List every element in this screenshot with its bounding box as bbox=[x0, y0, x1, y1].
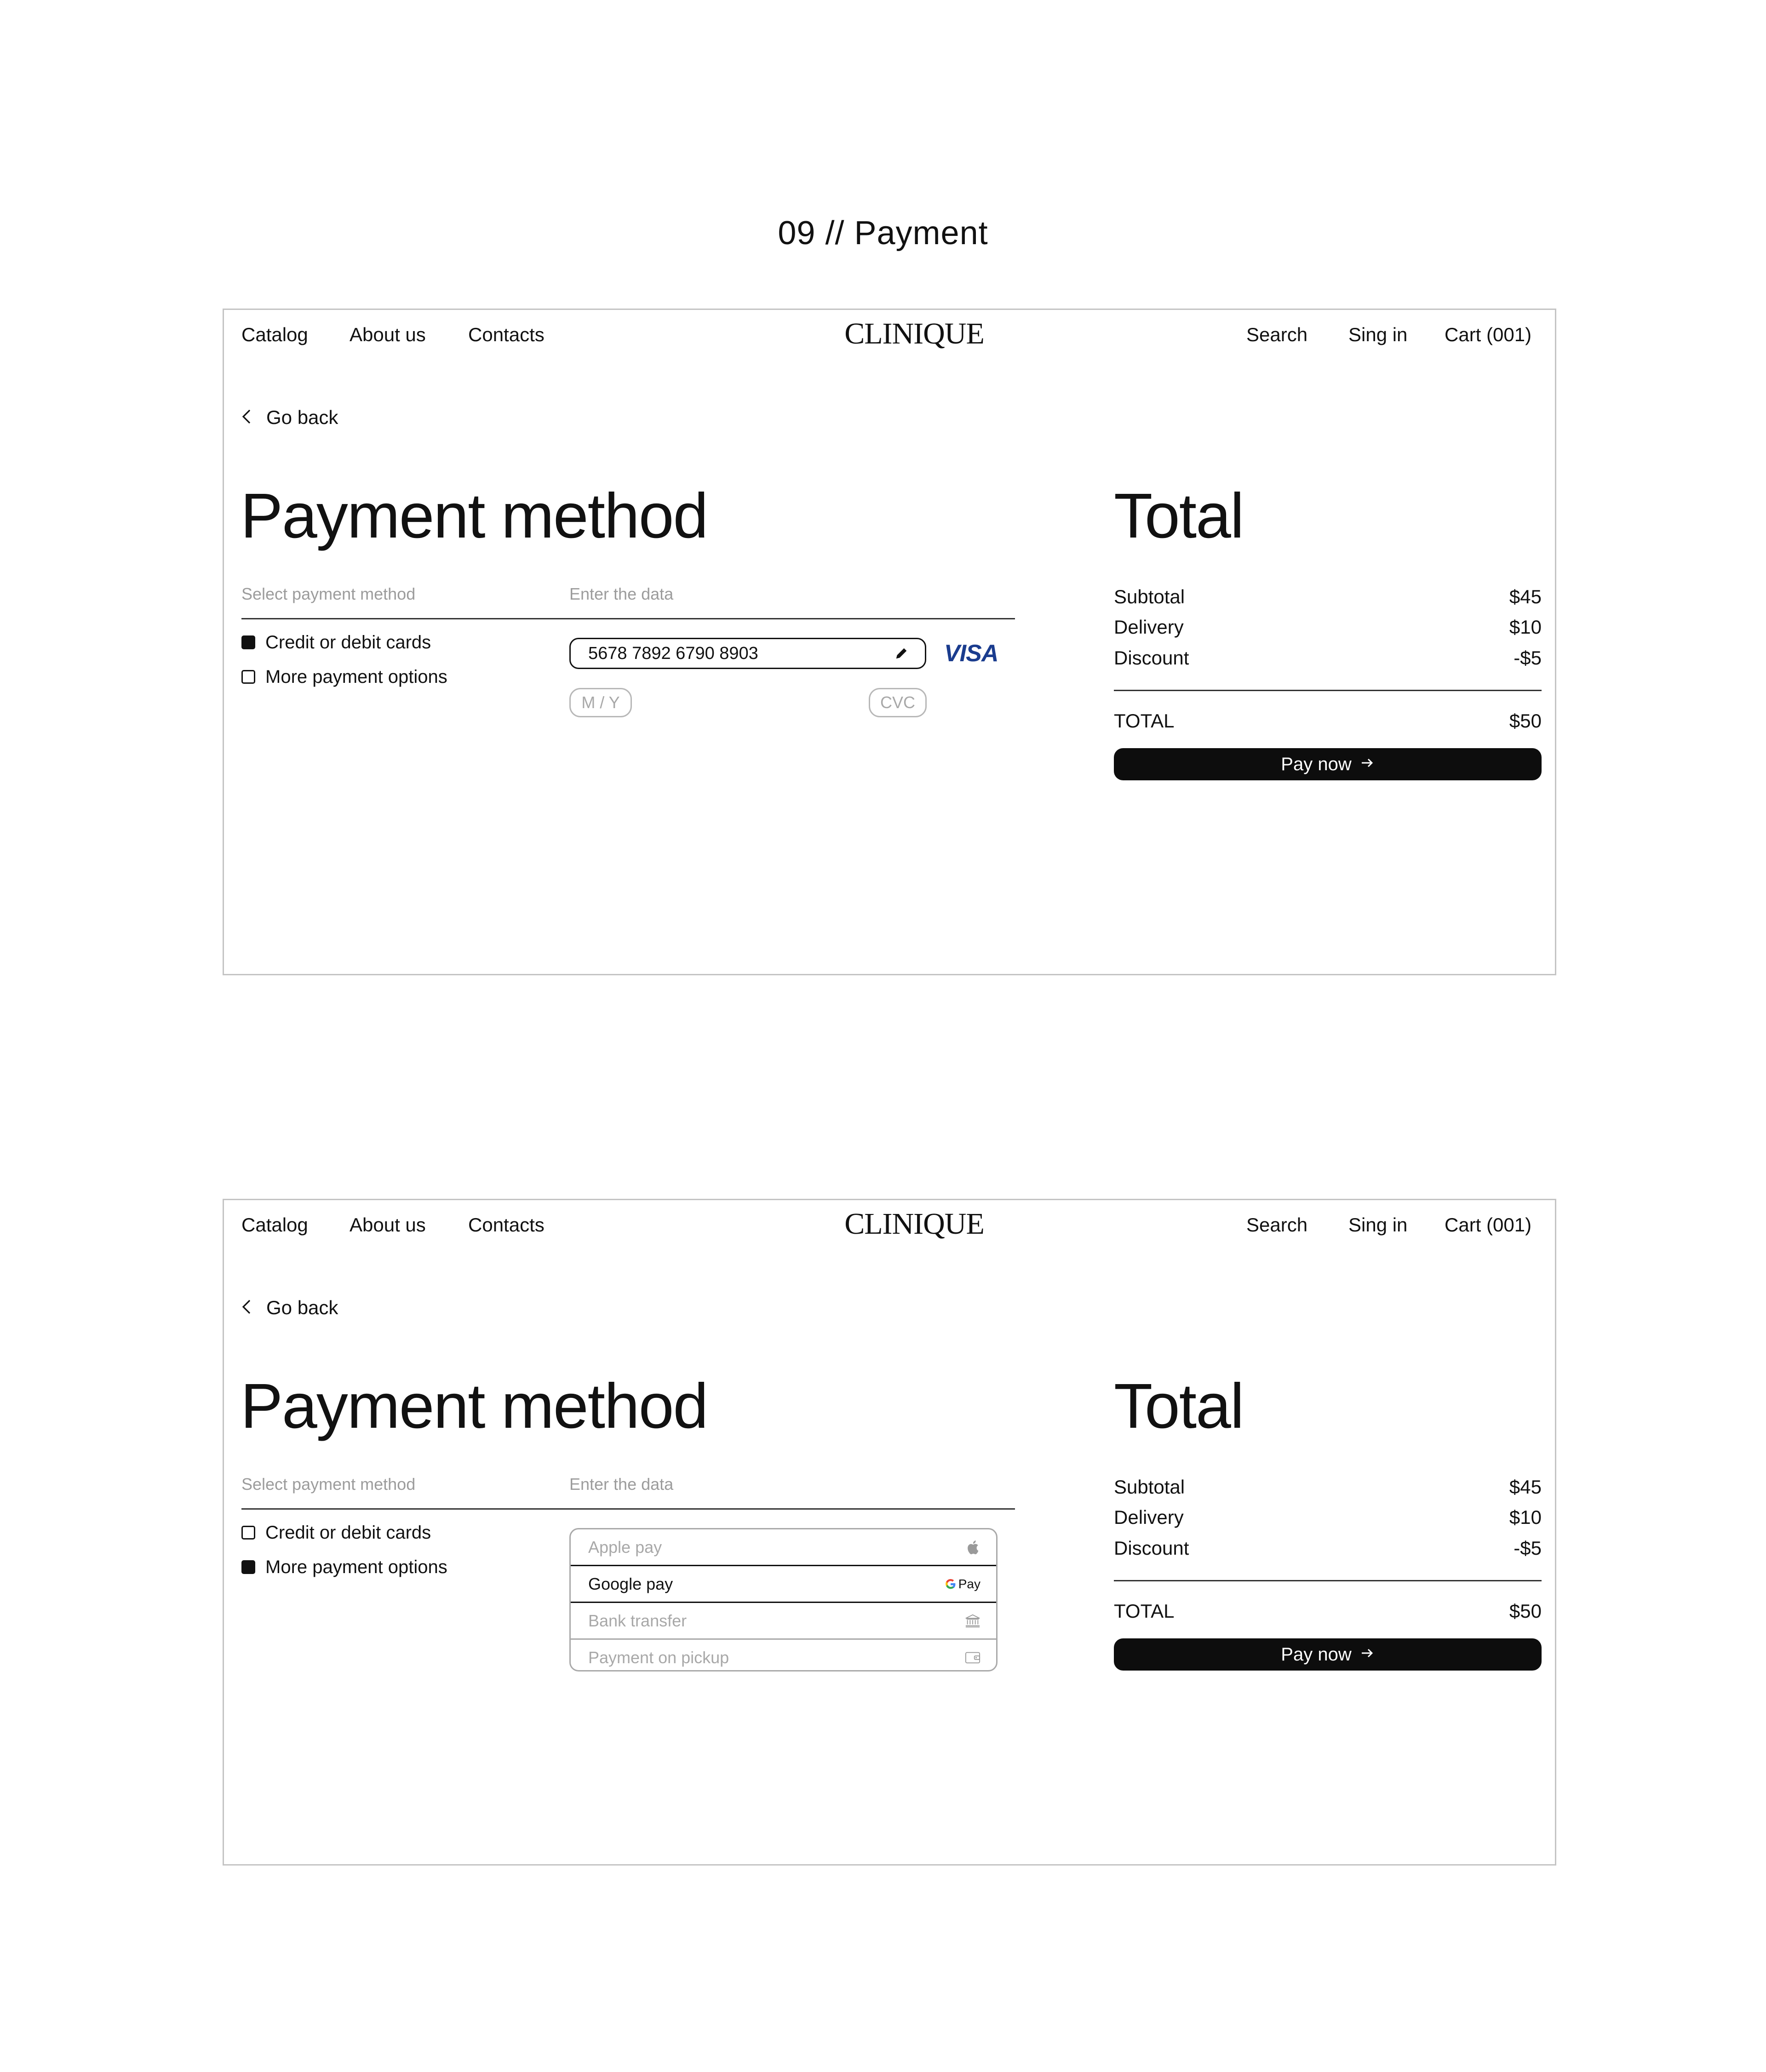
go-back-link[interactable]: Go back bbox=[241, 406, 338, 429]
summary-value: $45 bbox=[1509, 1476, 1542, 1498]
expiry-field[interactable]: M / Y bbox=[569, 688, 632, 717]
nav-about-us[interactable]: About us bbox=[350, 1213, 426, 1237]
summary-value: -$5 bbox=[1514, 1537, 1542, 1559]
method-more-options[interactable]: More payment options bbox=[241, 1556, 447, 1578]
nav-sign-in[interactable]: Sing in bbox=[1348, 323, 1407, 347]
summary-row-subtotal: Subtotal $45 bbox=[1114, 1475, 1542, 1499]
bank-icon bbox=[965, 1614, 980, 1628]
arrow-right-icon bbox=[1360, 1643, 1375, 1666]
total-value: $50 bbox=[1509, 1600, 1542, 1622]
summary-divider bbox=[1114, 1580, 1542, 1581]
cvc-field[interactable]: CVC bbox=[869, 688, 927, 717]
method-label: Credit or debit cards bbox=[265, 1523, 431, 1543]
summary-value: $10 bbox=[1509, 616, 1542, 638]
summary-row-delivery: Delivery $10 bbox=[1114, 615, 1542, 639]
summary-label: Discount bbox=[1114, 647, 1189, 669]
checkbox-checked[interactable] bbox=[241, 635, 255, 649]
option-bank-transfer[interactable]: Bank transfer bbox=[571, 1603, 996, 1640]
divider bbox=[241, 1508, 1015, 1510]
option-label: Apple pay bbox=[588, 1537, 662, 1557]
nav-cart[interactable]: Cart (001) bbox=[1445, 323, 1531, 347]
total-label: TOTAL bbox=[1114, 1600, 1175, 1622]
select-method-label: Select payment method bbox=[241, 584, 416, 603]
google-pay-text: Pay bbox=[958, 1576, 980, 1591]
go-back-link[interactable]: Go back bbox=[241, 1296, 338, 1320]
pay-now-button[interactable]: Pay now bbox=[1114, 748, 1542, 780]
summary-row-total: TOTAL $50 bbox=[1114, 709, 1542, 733]
summary-value: $45 bbox=[1509, 586, 1542, 607]
method-more-options[interactable]: More payment options bbox=[241, 666, 447, 688]
apple-icon bbox=[967, 1540, 980, 1555]
nav-cart[interactable]: Cart (001) bbox=[1445, 1213, 1531, 1237]
method-label: More payment options bbox=[265, 667, 447, 687]
nav-contacts[interactable]: Contacts bbox=[468, 323, 545, 347]
summary-label: Subtotal bbox=[1114, 586, 1185, 607]
payment-options-list: Apple pay Google pay Pay Bank transfer P… bbox=[569, 1528, 998, 1671]
nav-search[interactable]: Search bbox=[1246, 323, 1307, 347]
total-value: $50 bbox=[1509, 710, 1542, 732]
select-method-label: Select payment method bbox=[241, 1475, 416, 1494]
option-label: Bank transfer bbox=[588, 1611, 687, 1630]
summary-label: Subtotal bbox=[1114, 1476, 1185, 1498]
checkbox-unchecked[interactable] bbox=[241, 1526, 255, 1540]
summary-label: Delivery bbox=[1114, 1506, 1184, 1528]
checkbox-unchecked[interactable] bbox=[241, 670, 255, 684]
brand-logo[interactable]: CLINIQUE bbox=[822, 315, 1006, 352]
enter-data-label: Enter the data bbox=[569, 584, 674, 603]
option-label: Payment on pickup bbox=[588, 1648, 729, 1667]
summary-row-delivery: Delivery $10 bbox=[1114, 1505, 1542, 1529]
total-label: TOTAL bbox=[1114, 710, 1175, 732]
brand-logo[interactable]: CLINIQUE bbox=[822, 1206, 1006, 1242]
pay-now-label: Pay now bbox=[1281, 754, 1352, 774]
nav-contacts[interactable]: Contacts bbox=[468, 1213, 545, 1237]
chevron-left-icon bbox=[241, 1296, 252, 1320]
divider bbox=[241, 618, 1015, 619]
summary-row-total: TOTAL $50 bbox=[1114, 1599, 1542, 1623]
go-back-label: Go back bbox=[266, 406, 338, 428]
option-label: Google pay bbox=[588, 1574, 673, 1593]
nav-sign-in[interactable]: Sing in bbox=[1348, 1213, 1407, 1237]
pencil-icon[interactable] bbox=[894, 647, 908, 660]
card-number-field[interactable]: 5678 7892 6790 8903 bbox=[569, 638, 926, 669]
summary-divider bbox=[1114, 690, 1542, 691]
google-pay-icon: Pay bbox=[945, 1577, 980, 1591]
pay-now-button[interactable]: Pay now bbox=[1114, 1638, 1542, 1671]
go-back-label: Go back bbox=[266, 1297, 338, 1318]
nav-catalog[interactable]: Catalog bbox=[241, 1213, 308, 1237]
method-credit-card[interactable]: Credit or debit cards bbox=[241, 631, 431, 653]
total-title: Total bbox=[1114, 1371, 1244, 1442]
summary-label: Delivery bbox=[1114, 616, 1184, 638]
nav-about-us[interactable]: About us bbox=[350, 323, 426, 347]
payment-method-title: Payment method bbox=[241, 481, 708, 551]
option-apple-pay[interactable]: Apple pay bbox=[571, 1529, 996, 1566]
visa-logo: VISA bbox=[944, 640, 998, 667]
payment-method-title: Payment method bbox=[241, 1371, 708, 1442]
summary-value: -$5 bbox=[1514, 647, 1542, 669]
summary-value: $10 bbox=[1509, 1506, 1542, 1528]
section-title: 09 // Payment bbox=[778, 215, 988, 252]
payment-screen-more-options: Catalog About us Contacts CLINIQUE Searc… bbox=[223, 1199, 1556, 1866]
option-google-pay[interactable]: Google pay Pay bbox=[571, 1565, 996, 1603]
payment-screen-card: Catalog About us Contacts CLINIQUE Searc… bbox=[223, 309, 1556, 975]
nav-search[interactable]: Search bbox=[1246, 1213, 1307, 1237]
wallet-icon bbox=[965, 1651, 980, 1664]
arrow-right-icon bbox=[1360, 753, 1375, 776]
summary-row-discount: Discount -$5 bbox=[1114, 1536, 1542, 1560]
option-payment-on-pickup[interactable]: Payment on pickup bbox=[571, 1640, 996, 1670]
nav-catalog[interactable]: Catalog bbox=[241, 323, 308, 347]
method-label: Credit or debit cards bbox=[265, 632, 431, 653]
checkbox-checked[interactable] bbox=[241, 1560, 255, 1574]
method-label: More payment options bbox=[265, 1557, 447, 1577]
method-credit-card[interactable]: Credit or debit cards bbox=[241, 1522, 431, 1544]
total-title: Total bbox=[1114, 481, 1244, 551]
chevron-left-icon bbox=[241, 406, 252, 429]
pay-now-label: Pay now bbox=[1281, 1644, 1352, 1665]
summary-label: Discount bbox=[1114, 1537, 1189, 1559]
summary-row-discount: Discount -$5 bbox=[1114, 646, 1542, 670]
card-number-value: 5678 7892 6790 8903 bbox=[588, 644, 758, 663]
summary-row-subtotal: Subtotal $45 bbox=[1114, 585, 1542, 609]
enter-data-label: Enter the data bbox=[569, 1475, 674, 1494]
